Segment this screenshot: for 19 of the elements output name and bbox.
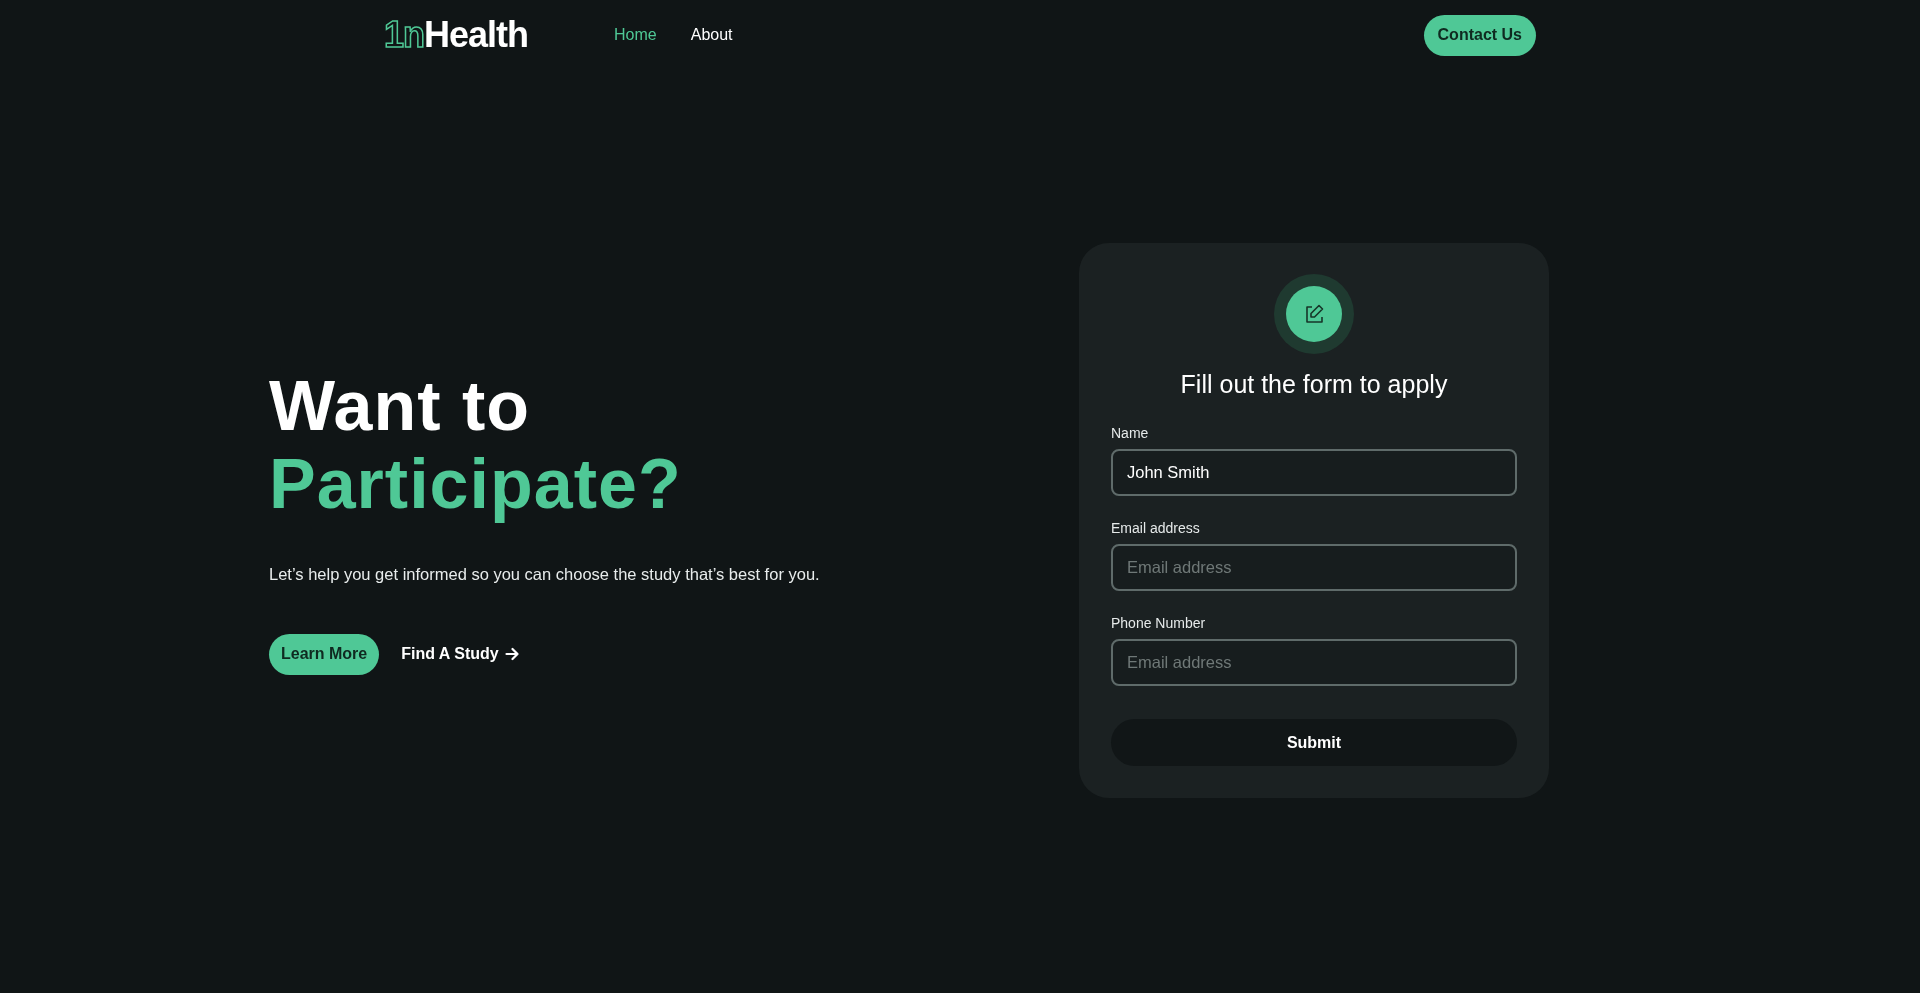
arrow-right-icon — [504, 647, 520, 661]
field-label: Phone Number — [1111, 615, 1206, 631]
field-label: Name — [1111, 425, 1149, 441]
contact-us-button[interactable]: Contact Us — [1423, 14, 1536, 56]
logo[interactable]: 1nHealth — [384, 14, 529, 56]
headline: Want to — [269, 366, 530, 445]
submit-button[interactable]: Submit — [1111, 719, 1517, 766]
form-title: Fill out the form to apply — [1180, 370, 1448, 399]
learn-more-button[interactable]: Learn More — [269, 633, 380, 675]
nav-link[interactable]: About — [690, 26, 733, 44]
nav-link[interactable]: Home — [614, 26, 657, 44]
find-a-study-link[interactable]: Find A Study — [401, 645, 520, 663]
hero-subtitle: Let’s help you get informed so you can choose the study that’s best for you. — [269, 564, 820, 584]
input-field[interactable]: John Smith — [1111, 449, 1517, 496]
input-field[interactable]: Email address — [1111, 639, 1517, 686]
edit-icon — [1274, 274, 1354, 354]
headline-accent: Participate? — [269, 444, 682, 523]
field-label: Email address — [1111, 520, 1200, 536]
input-field[interactable]: Email address — [1111, 544, 1517, 591]
